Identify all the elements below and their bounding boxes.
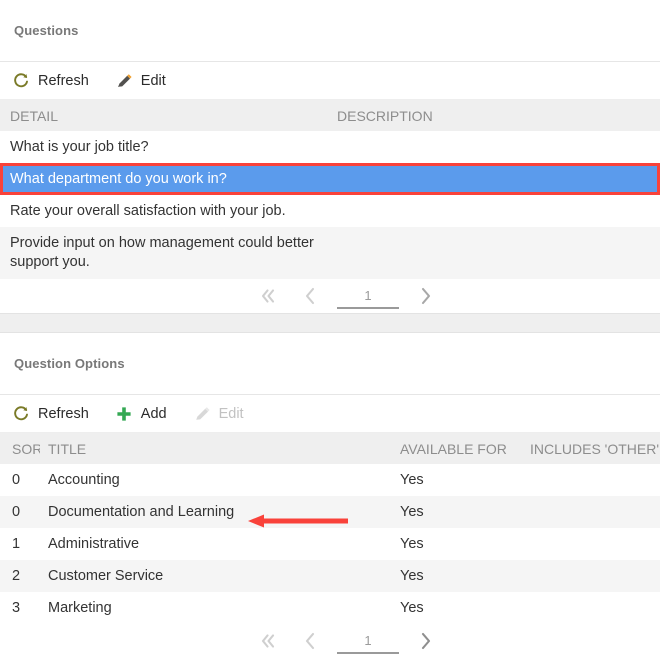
option-available-for: Yes: [400, 600, 424, 616]
previous-page-button[interactable]: [289, 627, 331, 655]
table-row[interactable]: 1 Administrative Yes: [0, 528, 660, 560]
option-title: Marketing: [48, 600, 112, 616]
questions-pager: [0, 279, 660, 313]
options-column-header: SORT TITLE AVAILABLE FOR INCLUDES 'OTHER…: [0, 433, 660, 464]
questions-edit-button[interactable]: Edit: [115, 72, 166, 90]
option-available-for: Yes: [400, 504, 424, 520]
plus-icon: [115, 405, 133, 423]
questions-title-bar: Questions: [0, 0, 660, 62]
options-edit-label: Edit: [218, 405, 244, 422]
options-edit-button: Edit: [193, 405, 244, 423]
options-toolbar: Refresh Add Edit: [0, 395, 660, 433]
page-number-input[interactable]: [337, 628, 399, 654]
column-header-title[interactable]: TITLE: [40, 441, 395, 457]
next-page-button[interactable]: [405, 282, 447, 310]
option-sort: 1: [12, 536, 21, 552]
column-header-sort[interactable]: SORT: [0, 441, 40, 457]
double-chevron-left-icon: [261, 289, 275, 303]
chevron-left-icon: [305, 632, 315, 650]
chevron-left-icon: [305, 287, 315, 305]
chevron-right-icon: [421, 287, 431, 305]
question-detail: What is your job title?: [10, 139, 149, 155]
next-page-button[interactable]: [405, 627, 447, 655]
table-row[interactable]: Rate your overall satisfaction with your…: [0, 195, 660, 227]
page-title: Questions: [14, 23, 79, 38]
options-refresh-label: Refresh: [38, 405, 89, 422]
option-sort: 2: [12, 568, 21, 584]
column-header-detail[interactable]: DETAIL: [0, 108, 337, 124]
refresh-icon: [12, 405, 30, 423]
option-title: Customer Service: [48, 568, 164, 584]
options-refresh-button[interactable]: Refresh: [12, 405, 89, 423]
page-number-input[interactable]: [337, 283, 399, 309]
table-row[interactable]: What is your job title?: [0, 131, 660, 163]
first-page-button[interactable]: [247, 627, 289, 655]
table-row[interactable]: 2 Customer Service Yes: [0, 560, 660, 592]
options-add-button[interactable]: Add: [115, 405, 167, 423]
question-detail: Provide input on how management could be…: [10, 235, 314, 270]
questions-panel: Questions Refresh Edit DETAIL DESCRIPTIO…: [0, 0, 660, 313]
option-available-for: Yes: [400, 472, 424, 488]
option-title: Documentation and Learning: [48, 504, 235, 520]
questions-edit-label: Edit: [140, 72, 166, 89]
option-available-for: Yes: [400, 536, 424, 552]
double-chevron-left-icon: [261, 634, 275, 648]
options-title: Question Options: [14, 356, 125, 371]
option-sort: 0: [12, 472, 21, 488]
table-row[interactable]: 0 Accounting Yes: [0, 464, 660, 496]
questions-refresh-label: Refresh: [38, 72, 89, 89]
question-options-panel: Question Options Refresh Add Edit SOR TI…: [0, 333, 660, 658]
table-row-selected[interactable]: What department do you work in?: [0, 163, 660, 195]
section-divider: [0, 313, 660, 333]
chevron-right-icon: [421, 632, 431, 650]
questions-refresh-button[interactable]: Refresh: [12, 72, 89, 90]
option-sort: 0: [12, 504, 21, 520]
first-page-button[interactable]: [247, 282, 289, 310]
questions-toolbar: Refresh Edit: [0, 62, 660, 100]
column-header-includes-other[interactable]: INCLUDES 'OTHER': [525, 441, 660, 457]
table-row[interactable]: 3 Marketing Yes: [0, 592, 660, 624]
previous-page-button[interactable]: [289, 282, 331, 310]
option-title: Accounting: [48, 472, 120, 488]
options-pager: [0, 624, 660, 658]
option-title: Administrative: [48, 536, 140, 552]
table-row[interactable]: Provide input on how management could be…: [0, 227, 660, 279]
column-header-available-for[interactable]: AVAILABLE FOR: [395, 441, 525, 457]
pencil-icon: [115, 72, 133, 90]
questions-column-header: DETAIL DESCRIPTION: [0, 100, 660, 131]
question-detail: Rate your overall satisfaction with your…: [10, 203, 286, 219]
table-row[interactable]: 0 Documentation and Learning Yes: [0, 496, 660, 528]
refresh-icon: [12, 72, 30, 90]
option-sort: 3: [12, 600, 21, 616]
option-available-for: Yes: [400, 568, 424, 584]
question-detail: What department do you work in?: [10, 171, 227, 187]
options-title-bar: Question Options: [0, 333, 660, 395]
column-header-description[interactable]: DESCRIPTION: [337, 108, 657, 124]
pencil-icon: [193, 405, 211, 423]
options-add-label: Add: [140, 405, 167, 422]
